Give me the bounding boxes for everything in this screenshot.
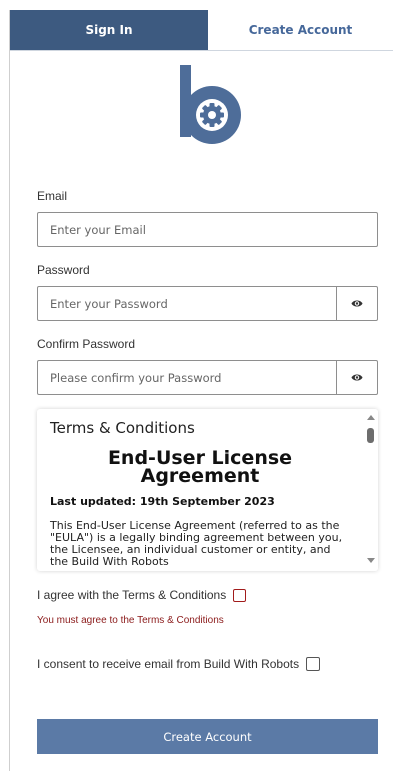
email-consent-row: I consent to receive email from Build Wi… (37, 657, 321, 671)
email-input[interactable] (37, 212, 378, 247)
terms-content: Terms & Conditions End-User License Agre… (50, 419, 350, 568)
tab-create-account[interactable]: Create Account (208, 10, 393, 50)
password-input[interactable] (37, 286, 337, 321)
email-label: Email (37, 189, 68, 203)
confirm-password-label: Confirm Password (37, 337, 136, 351)
eula-body: This End-User License Agreement (referre… (50, 519, 343, 568)
agree-terms-row: I agree with the Terms & Conditions (37, 588, 247, 602)
terms-scroll-box[interactable]: Terms & Conditions End-User License Agre… (37, 409, 378, 571)
scroll-down-arrow-icon[interactable] (367, 558, 375, 563)
terms-scrollbar[interactable] (363, 409, 378, 571)
terms-heading: Terms & Conditions (50, 419, 195, 437)
tab-sign-in[interactable]: Sign In (10, 10, 208, 50)
brand-logo (180, 65, 241, 144)
auth-tabs: Sign In Create Account (10, 10, 393, 51)
agree-terms-checkbox[interactable] (233, 588, 247, 602)
eula-title: End-User License Agreement (107, 447, 293, 487)
agree-terms-label: I agree with the Terms & Conditions (37, 588, 227, 602)
show-password-button[interactable] (336, 286, 378, 321)
confirm-password-input[interactable] (37, 360, 337, 395)
eula-last-updated: Last updated: 19th September 2023 (50, 495, 275, 508)
agree-terms-error: You must agree to the Terms & Conditions (37, 615, 224, 626)
eye-icon (351, 300, 363, 307)
email-consent-label: I consent to receive email from Build Wi… (37, 657, 300, 671)
email-consent-checkbox[interactable] (306, 657, 321, 671)
scroll-up-arrow-icon[interactable] (367, 415, 375, 420)
show-confirm-password-button[interactable] (336, 360, 378, 395)
create-account-button[interactable]: Create Account (37, 719, 378, 754)
eye-icon (351, 374, 363, 381)
scroll-thumb[interactable] (367, 428, 374, 443)
password-label: Password (37, 263, 90, 277)
